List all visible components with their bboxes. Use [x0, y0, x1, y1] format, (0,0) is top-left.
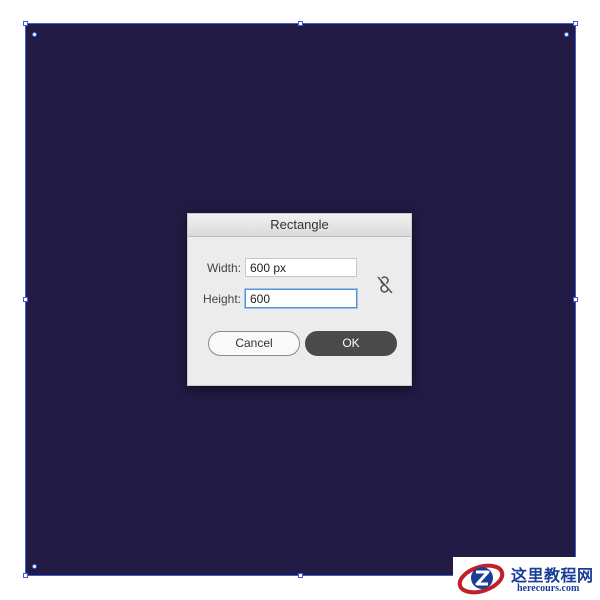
resize-handle-bottom[interactable] — [298, 573, 303, 578]
cancel-button[interactable]: Cancel — [208, 331, 300, 356]
watermark-logo-icon — [455, 558, 507, 598]
resize-handle-bottom-left[interactable] — [23, 573, 28, 578]
corner-widget-top-left[interactable] — [32, 32, 37, 37]
dialog-title: Rectangle — [188, 214, 411, 237]
height-input[interactable] — [245, 289, 357, 308]
width-input[interactable] — [245, 258, 357, 277]
width-row: Width: — [188, 258, 357, 277]
resize-handle-left[interactable] — [23, 297, 28, 302]
corner-widget-bottom-left[interactable] — [32, 564, 37, 569]
resize-handle-top-left[interactable] — [23, 21, 28, 26]
artboard: Rectangle Width: Height: Cancel OK — [0, 0, 600, 600]
height-row: Height: — [188, 289, 357, 308]
rectangle-dialog: Rectangle Width: Height: Cancel OK — [187, 213, 412, 386]
height-label: Height: — [202, 291, 241, 306]
resize-handle-top[interactable] — [298, 21, 303, 26]
resize-handle-top-right[interactable] — [573, 21, 578, 26]
unlink-icon[interactable] — [375, 274, 395, 296]
corner-widget-top-right[interactable] — [564, 32, 569, 37]
watermark-url: herecours.com — [517, 583, 580, 594]
ok-button[interactable]: OK — [305, 331, 397, 356]
width-label: Width: — [206, 260, 241, 275]
resize-handle-right[interactable] — [573, 297, 578, 302]
watermark: 这里教程网 herecours.com — [453, 557, 600, 600]
